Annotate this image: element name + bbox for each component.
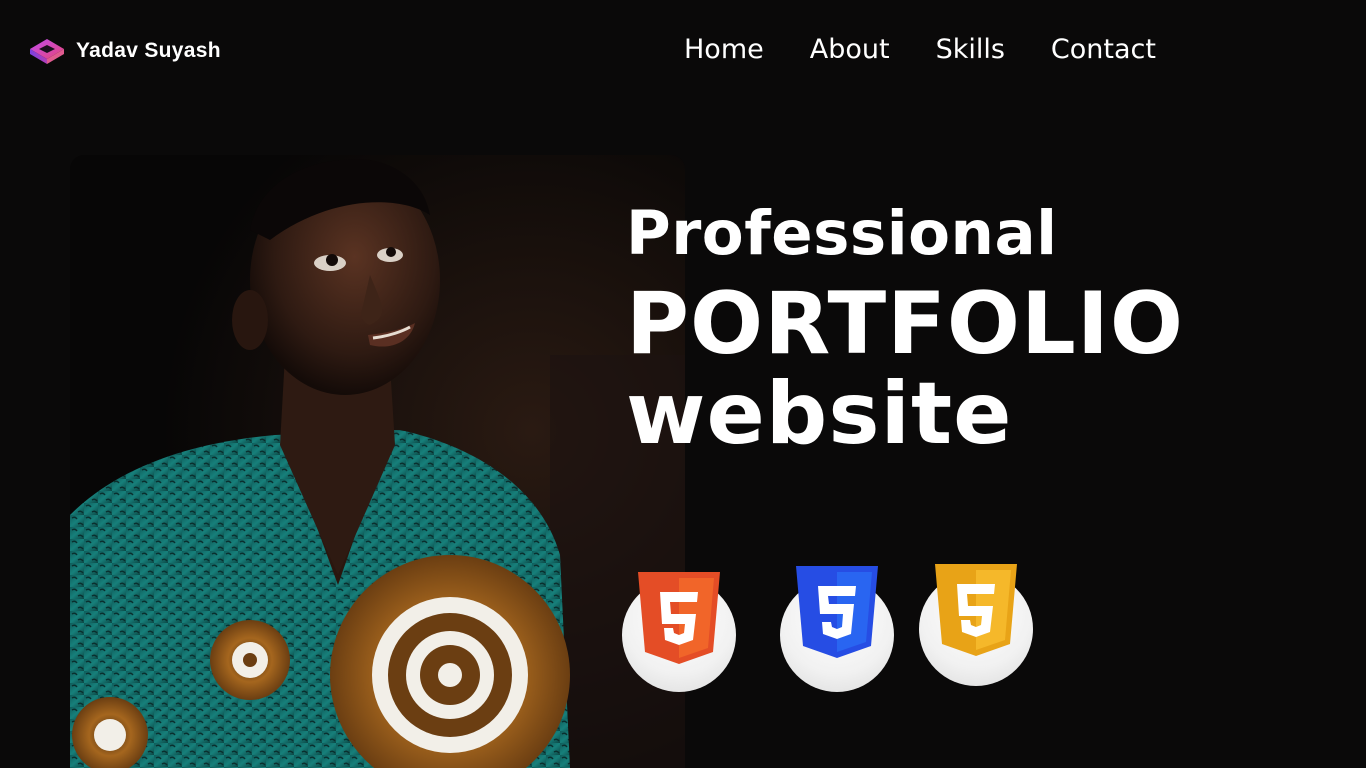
css3-icon[interactable]: [780, 562, 894, 692]
main-nav: Home About Skills Contact: [684, 30, 1156, 70]
javascript-shield-icon: [935, 564, 1017, 656]
brand-name: Yadav Suyash: [76, 39, 221, 62]
brand[interactable]: Yadav Suyash: [28, 34, 221, 68]
cube-logo-icon: [30, 39, 64, 64]
javascript-icon[interactable]: [919, 560, 1033, 686]
html5-icon[interactable]: [622, 566, 736, 692]
html5-shield-icon: [638, 572, 720, 664]
nav-skills[interactable]: Skills: [936, 30, 1005, 70]
nav-contact[interactable]: Contact: [1051, 30, 1156, 70]
nav-home[interactable]: Home: [684, 30, 764, 70]
headline-website: website: [626, 364, 1013, 464]
profile-photo-illustration: [70, 155, 685, 768]
css3-shield-icon: [796, 566, 878, 658]
profile-photo: [70, 155, 685, 768]
headline-professional: Professional: [626, 198, 1058, 269]
headline-portfolio: PORTFOLIO: [626, 274, 1184, 374]
hero-headline: Professional PORTFOLIO website: [626, 196, 1326, 458]
nav-about[interactable]: About: [810, 30, 890, 70]
